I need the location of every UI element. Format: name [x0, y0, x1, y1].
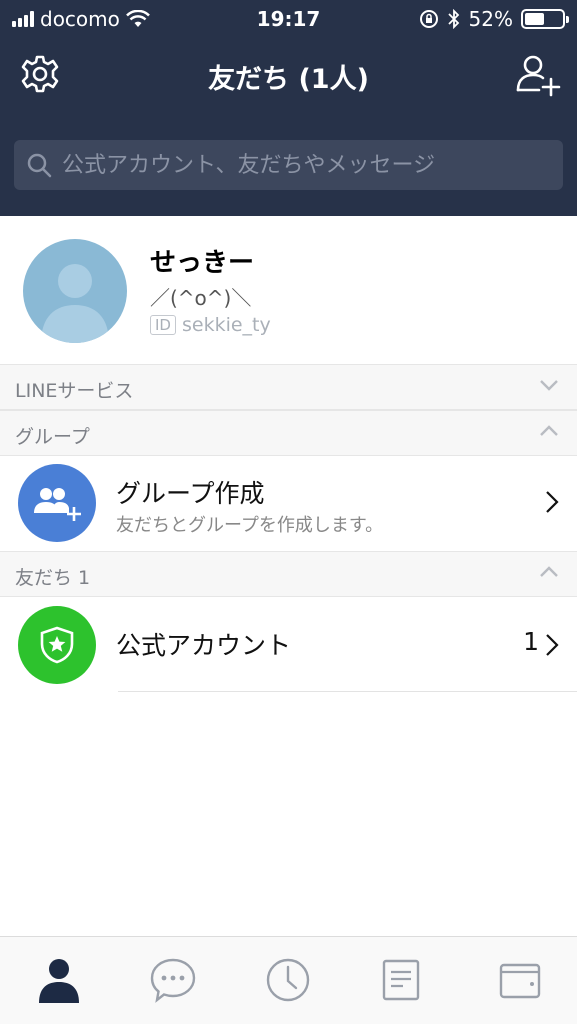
section-label: LINEサービス	[15, 380, 134, 402]
section-groups[interactable]: グループ	[0, 410, 577, 456]
group-create-title: グループ作成	[116, 479, 265, 508]
official-accounts-count: 1	[523, 627, 539, 656]
shield-star-icon	[40, 626, 74, 664]
id-badge: ID	[150, 315, 176, 335]
group-create-icon	[18, 464, 96, 542]
chat-icon	[150, 958, 196, 1003]
add-group-icon	[34, 488, 81, 521]
tab-wallet[interactable]	[495, 955, 545, 1005]
news-icon	[382, 959, 420, 1001]
official-accounts-title: 公式アカウント	[116, 631, 292, 660]
orientation-lock-icon	[419, 10, 438, 28]
chevron-up-icon	[540, 425, 558, 436]
default-avatar-icon	[41, 264, 109, 343]
page-title: 友だち (1人)	[208, 64, 369, 95]
search-icon	[27, 153, 52, 178]
tab-friends[interactable]	[34, 955, 84, 1005]
tab-chats[interactable]	[148, 955, 198, 1005]
profile-user-id: sekkie_ty	[181, 314, 271, 336]
tab-timeline[interactable]	[263, 955, 313, 1005]
status-bar: docomo 19:17 52%	[0, 0, 577, 38]
section-line-services[interactable]: LINEサービス	[0, 364, 577, 410]
friends-icon	[39, 959, 79, 1003]
avatar[interactable]	[23, 239, 127, 343]
bluetooth-icon	[447, 9, 459, 29]
chevron-right-icon	[546, 491, 559, 513]
section-friends[interactable]: 友だち 1	[0, 551, 577, 597]
header-bar: docomo 19:17 52% 友だち (1人)	[0, 0, 577, 216]
group-create-subtitle: 友だちとグループを作成します。	[116, 515, 384, 536]
battery-percent: 52%	[468, 7, 513, 31]
official-account-icon	[18, 606, 96, 684]
search-input[interactable]	[62, 152, 563, 178]
add-friend-icon[interactable]	[515, 52, 561, 98]
search-bar[interactable]	[14, 140, 563, 190]
status-right: 52%	[419, 7, 569, 31]
bottom-tab-bar	[0, 936, 577, 1024]
my-profile[interactable]: せっきー ／(^o^)＼ ID sekkie_ty	[0, 216, 577, 364]
timeline-icon	[266, 958, 310, 1002]
tab-news[interactable]	[376, 955, 426, 1005]
section-label: 友だち 1	[15, 567, 91, 589]
chevron-up-icon	[540, 566, 558, 577]
profile-name: せっきー	[150, 248, 255, 278]
group-create-row[interactable]: グループ作成 友だちとグループを作成します。	[0, 456, 577, 551]
section-label: グループ	[15, 426, 90, 448]
official-accounts-row[interactable]: 公式アカウント 1	[0, 597, 577, 692]
profile-status-message: ／(^o^)＼	[150, 286, 252, 310]
chevron-right-icon	[546, 634, 559, 656]
battery-icon	[521, 9, 569, 29]
row-divider	[118, 691, 577, 692]
wallet-icon	[499, 963, 541, 999]
profile-id-row: ID sekkie_ty	[150, 314, 271, 336]
chevron-down-icon	[540, 380, 558, 391]
